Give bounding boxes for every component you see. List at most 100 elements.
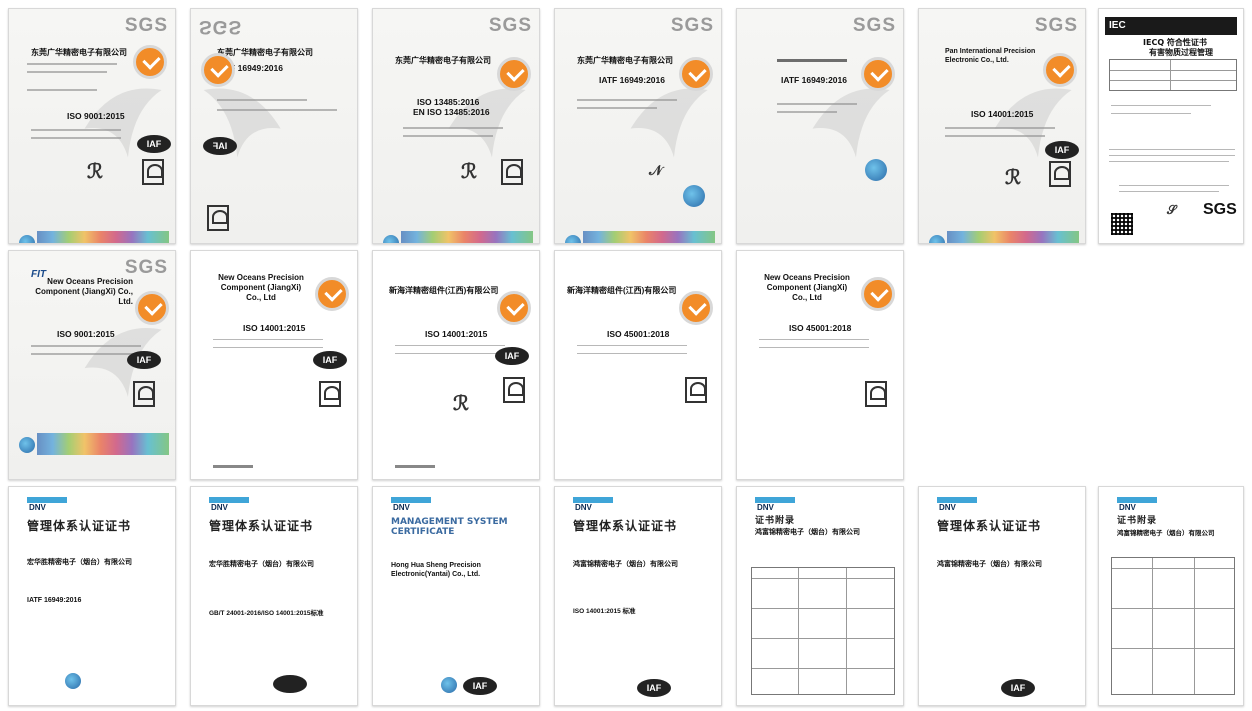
dnv-logo: DNV bbox=[757, 503, 774, 512]
certificate-heading: 证书附录 bbox=[1117, 516, 1158, 526]
sgs-logo: SGS bbox=[1034, 15, 1078, 36]
globe-icon bbox=[65, 673, 81, 689]
iaf-logo: IAF bbox=[463, 677, 497, 695]
dnv-logo: DNV bbox=[939, 503, 956, 512]
standard-label-2: EN ISO 13485:2016 bbox=[413, 107, 490, 117]
certificate-thumbnail[interactable]: DNV 管理体系认证证书 鸿富锦精密电子（烟台）有限公司 ISO 14001:2… bbox=[554, 486, 722, 706]
certificate-thumbnail[interactable]: DNV 证书附录 鸿富锦精密电子（烟台）有限公司 bbox=[736, 486, 904, 706]
ukas-logo-icon bbox=[319, 381, 341, 407]
company-name: New Oceans Precision Component (JiangXi)… bbox=[218, 273, 304, 302]
dnv-logo: DNV bbox=[1119, 503, 1136, 512]
iaf-logo: IAF bbox=[127, 351, 161, 369]
color-stripe bbox=[583, 231, 715, 243]
certificate-thumbnail[interactable]: SGS 东莞广华精密电子有限公司 ISO 13485:2016 EN ISO 1… bbox=[372, 8, 540, 244]
globe-icon bbox=[19, 235, 35, 243]
bird-watermark-icon bbox=[813, 88, 891, 158]
sgs-logo: SGS bbox=[124, 257, 168, 278]
signature: ℛ bbox=[453, 391, 469, 415]
sgs-logo: SGS bbox=[852, 15, 896, 36]
standard-label: ISO 14001:2015 标准 bbox=[573, 608, 636, 615]
certificate-thumbnail[interactable]: SGS 东莞广华精密电子有限公司 ISO 9001:2015 IAF ℛ bbox=[8, 8, 176, 244]
company-name: 东莞广华精密电子有限公司 bbox=[577, 56, 673, 65]
certificate-thumbnail[interactable]: SGS 东莞广华精密电子有限公司 IATF 16949:2016 IAF bbox=[190, 8, 358, 244]
certificate-thumbnail[interactable]: New Oceans Precision Component (JiangXi)… bbox=[736, 250, 904, 480]
standard-label: GB/T 24001-2016/ISO 14001:2015标准 bbox=[209, 610, 324, 617]
sgs-seal-icon bbox=[679, 291, 713, 325]
dnv-logo: DNV bbox=[575, 503, 592, 512]
certificate-heading: 管理体系认证证书 bbox=[573, 519, 678, 533]
standard-label: ISO 45001:2018 bbox=[607, 329, 670, 339]
signature: 𝒮 bbox=[1167, 203, 1177, 217]
standard-label: IATF 16949:2016 bbox=[781, 75, 847, 85]
globe-icon bbox=[441, 677, 457, 693]
iaf-logo: IAF bbox=[495, 347, 529, 365]
sgs-seal-icon bbox=[861, 277, 895, 311]
certificate-thumbnail[interactable]: SGS 东莞广华精密电子有限公司 IATF 16949:2016 𝒩 bbox=[554, 8, 722, 244]
iec-logo: IEC bbox=[1109, 20, 1126, 31]
company-name: 鸿富锦精密电子（烟台）有限公司 bbox=[1117, 530, 1215, 537]
globe-icon bbox=[865, 159, 887, 181]
sgs-logo: SGS bbox=[199, 16, 243, 37]
sgs-seal-icon bbox=[497, 57, 531, 91]
certificate-subtitle: 有害物质过程管理 bbox=[1149, 48, 1213, 57]
iaf-logo: IAF bbox=[203, 137, 237, 155]
company-name: 东莞广华精密电子有限公司 bbox=[31, 48, 127, 57]
iaf-logo bbox=[273, 675, 307, 693]
certificate-thumbnail[interactable]: DNV 管理体系认证证书 鸿富锦精密电子（烟台）有限公司 IAF bbox=[918, 486, 1086, 706]
appendix-table bbox=[751, 567, 895, 695]
company-name: 鸿富锦精密电子（烟台）有限公司 bbox=[573, 561, 678, 568]
certificate-thumbnail[interactable]: SGS IATF 16949:2016 bbox=[736, 8, 904, 244]
ukas-logo-icon bbox=[503, 377, 525, 403]
appendix-table bbox=[1111, 557, 1235, 695]
company-name: 新海洋精密组件(江西)有限公司 bbox=[389, 286, 499, 295]
dnv-logo: DNV bbox=[393, 503, 410, 512]
sgs-seal-icon bbox=[201, 53, 235, 87]
signature: ℛ bbox=[461, 159, 477, 183]
iaf-logo: IAF bbox=[1045, 141, 1079, 159]
color-stripe bbox=[37, 433, 169, 455]
certificate-thumbnail[interactable]: DNV 管理体系认证证书 宏华胜精密电子（烟台）有限公司 IATF 16949:… bbox=[8, 486, 176, 706]
sgs-logo: SGS bbox=[124, 15, 168, 36]
globe-icon bbox=[19, 437, 35, 453]
signature: ℛ bbox=[1005, 165, 1021, 189]
certificate-thumbnail[interactable]: 新海洋精密组件(江西)有限公司 ISO 14001:2015 IAF ℛ bbox=[372, 250, 540, 480]
certificate-thumbnail[interactable]: 新海洋精密组件(江西)有限公司 ISO 45001:2018 bbox=[554, 250, 722, 480]
certificate-heading-2: CERTIFICATE bbox=[391, 527, 455, 537]
certificate-thumbnail[interactable]: SGS Pan International Precision Electron… bbox=[918, 8, 1086, 244]
certificate-thumbnail[interactable]: SGS FIT New Oceans Precision Component (… bbox=[8, 250, 176, 480]
color-stripe bbox=[947, 231, 1079, 243]
certificate-heading: MANAGEMENT SYSTEM bbox=[391, 517, 508, 527]
certificate-thumbnail[interactable]: DNV MANAGEMENT SYSTEM CERTIFICATE Hong H… bbox=[372, 486, 540, 706]
company-name: 东莞广华精密电子有限公司 bbox=[217, 48, 313, 57]
certificate-thumbnail[interactable]: IEC IECQ 符合性证书 有害物质过程管理 𝒮 SGS bbox=[1098, 8, 1244, 244]
standard-label: IATF 16949:2016 bbox=[599, 75, 665, 85]
standard-label: ISO 9001:2015 bbox=[57, 329, 115, 339]
company-name: Pan International Precision Electronic C… bbox=[945, 48, 1036, 64]
standard-label: ISO 14001:2015 bbox=[243, 323, 306, 333]
sgs-seal-icon bbox=[135, 291, 169, 325]
sgs-seal-icon bbox=[1043, 53, 1077, 87]
standard-label: ISO 14001:2015 bbox=[971, 109, 1034, 119]
certificate-heading: 证书附录 bbox=[755, 516, 796, 526]
globe-icon bbox=[383, 235, 399, 243]
color-stripe bbox=[401, 231, 533, 243]
ukas-logo-icon bbox=[133, 381, 155, 407]
ukas-logo-icon bbox=[501, 159, 523, 185]
standard-label: IATF 16949:2016 bbox=[27, 597, 82, 604]
sgs-seal-icon bbox=[133, 45, 167, 79]
company-name: New Oceans Precision Component (JiangXi)… bbox=[764, 273, 850, 302]
sgs-seal-icon bbox=[497, 291, 531, 325]
company-name: 鸿富锦精密电子（烟台）有限公司 bbox=[755, 529, 860, 536]
globe-icon bbox=[929, 235, 945, 243]
company-name: 新海洋精密组件(江西)有限公司 bbox=[567, 286, 677, 295]
signature: 𝒩 bbox=[649, 163, 663, 179]
sgs-logo: SGS bbox=[1203, 201, 1237, 218]
certificate-thumbnail[interactable]: New Oceans Precision Component (JiangXi)… bbox=[190, 250, 358, 480]
standard-label: ISO 45001:2018 bbox=[789, 323, 852, 333]
iaf-logo: IAF bbox=[313, 351, 347, 369]
dnv-logo: DNV bbox=[29, 503, 46, 512]
certificate-thumbnail[interactable]: DNV 管理体系认证证书 宏华胜精密电子（烟台）有限公司 GB/T 24001-… bbox=[190, 486, 358, 706]
standard-label: ISO 14001:2015 bbox=[425, 329, 488, 339]
certificate-thumbnail[interactable]: DNV 证书附录 鸿富锦精密电子（烟台）有限公司 bbox=[1098, 486, 1244, 706]
company-name: 鸿富锦精密电子（烟台）有限公司 bbox=[937, 561, 1042, 568]
